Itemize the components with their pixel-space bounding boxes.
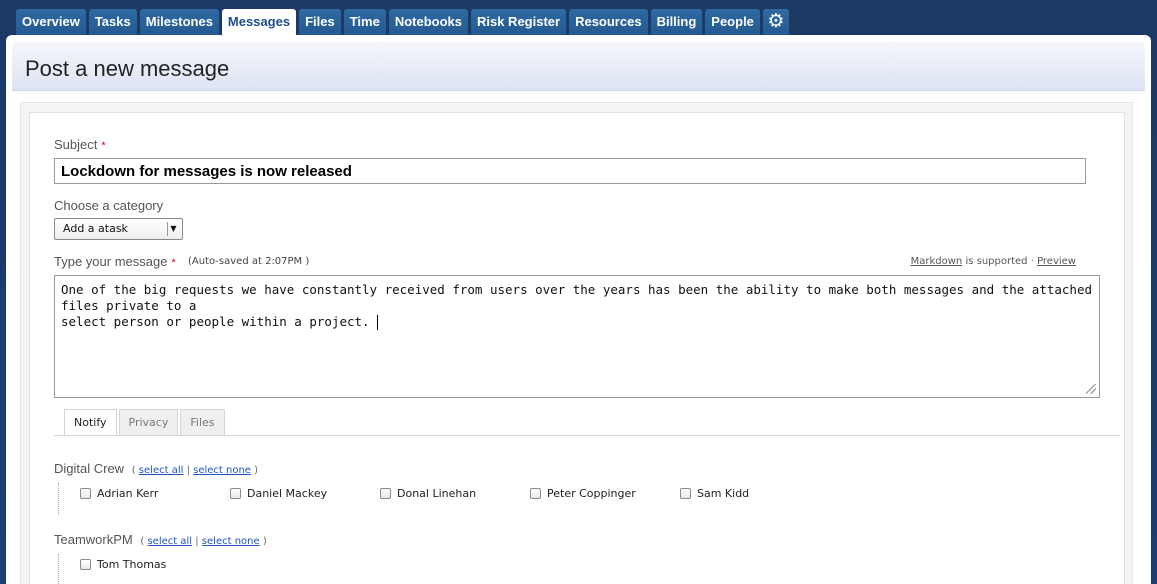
- message-line: select person or people within a project…: [61, 314, 370, 329]
- select-none-link[interactable]: select none: [193, 465, 251, 476]
- project-tabs: Overview Tasks Milestones Messages Files…: [16, 9, 789, 36]
- checkbox[interactable]: [680, 488, 691, 499]
- checkbox[interactable]: [230, 488, 241, 499]
- select-all-link[interactable]: select all: [147, 536, 192, 547]
- group-name: TeamworkPM: [54, 532, 133, 547]
- divider: [54, 435, 1120, 436]
- person-checkbox[interactable]: Peter Coppinger: [530, 487, 636, 500]
- tab-privacy[interactable]: Privacy: [118, 409, 179, 435]
- tab-time[interactable]: Time: [343, 9, 386, 35]
- options-tabs: Notify Privacy Files: [64, 409, 225, 436]
- person-checkbox[interactable]: Adrian Kerr: [80, 487, 158, 500]
- autosave-status: (Auto-saved at 2:07PM ): [188, 256, 310, 267]
- main-card: Post a new message Subject * Lockdown for…: [6, 35, 1151, 584]
- select-all-link[interactable]: select all: [139, 465, 184, 476]
- message-form: Subject * Lockdown for messages is now re…: [29, 112, 1125, 584]
- tab-milestones[interactable]: Milestones: [139, 9, 219, 35]
- tab-people[interactable]: People: [705, 9, 760, 35]
- markdown-link[interactable]: Markdown: [911, 256, 963, 267]
- message-textarea[interactable]: One of the big requests we have constant…: [54, 275, 1100, 398]
- tab-files[interactable]: Files: [299, 9, 341, 35]
- resize-handle-icon[interactable]: [1086, 384, 1096, 394]
- person-checkbox[interactable]: Daniel Mackey: [230, 487, 327, 500]
- checkbox[interactable]: [80, 488, 91, 499]
- tab-notify[interactable]: Notify: [64, 409, 117, 436]
- tab-resources[interactable]: Resources: [569, 9, 648, 35]
- text-caret: [377, 315, 379, 330]
- message-label: Type your message *: [54, 254, 176, 269]
- tab-messages[interactable]: Messages: [221, 9, 297, 36]
- checkbox[interactable]: [80, 559, 91, 570]
- form-container: Subject * Lockdown for messages is now re…: [20, 102, 1133, 584]
- group-select-links: ( select all | select none ): [131, 465, 259, 476]
- divider: [58, 483, 59, 515]
- checkbox[interactable]: [380, 488, 391, 499]
- required-mark: *: [101, 140, 106, 152]
- markdown-note: Markdown is supported · Preview: [911, 256, 1076, 267]
- category-select[interactable]: Add a atask ▼: [54, 218, 183, 240]
- tab-overview[interactable]: Overview: [16, 9, 86, 35]
- required-mark: *: [171, 257, 176, 269]
- tab-tasks[interactable]: Tasks: [88, 9, 137, 35]
- page-title: Post a new message: [25, 56, 230, 81]
- tab-risk-register[interactable]: Risk Register: [470, 9, 567, 35]
- markdown-supported-text: is supported ·: [965, 256, 1034, 267]
- tab-billing[interactable]: Billing: [650, 9, 703, 35]
- checkbox[interactable]: [530, 488, 541, 499]
- group-title: Digital Crew ( select all | select none …: [54, 461, 258, 476]
- group-select-links: ( select all | select none ): [140, 536, 267, 547]
- subject-label: Subject *: [54, 137, 106, 152]
- person-checkbox[interactable]: Donal Linehan: [380, 487, 476, 500]
- category-label: Choose a category: [54, 198, 164, 213]
- group-title: TeamworkPM ( select all | select none ): [54, 532, 267, 547]
- gear-icon: ⚙: [767, 11, 785, 32]
- tab-files-attach[interactable]: Files: [180, 409, 225, 435]
- person-checkbox[interactable]: Tom Thomas: [80, 558, 166, 571]
- person-checkbox[interactable]: Sam Kidd: [680, 487, 749, 500]
- group-name: Digital Crew: [54, 461, 125, 476]
- tab-notebooks[interactable]: Notebooks: [388, 9, 468, 35]
- select-none-link[interactable]: select none: [202, 536, 260, 547]
- message-line: One of the big requests we have constant…: [61, 282, 1093, 313]
- settings-tab[interactable]: ⚙: [762, 9, 789, 35]
- dropdown-arrow-icon: ▼: [167, 222, 179, 236]
- page-header: Post a new message: [12, 42, 1145, 91]
- preview-link[interactable]: Preview: [1037, 256, 1076, 267]
- category-selected-value: Add a atask: [63, 222, 128, 235]
- subject-input[interactable]: Lockdown for messages is now released: [54, 158, 1086, 184]
- divider: [58, 554, 59, 584]
